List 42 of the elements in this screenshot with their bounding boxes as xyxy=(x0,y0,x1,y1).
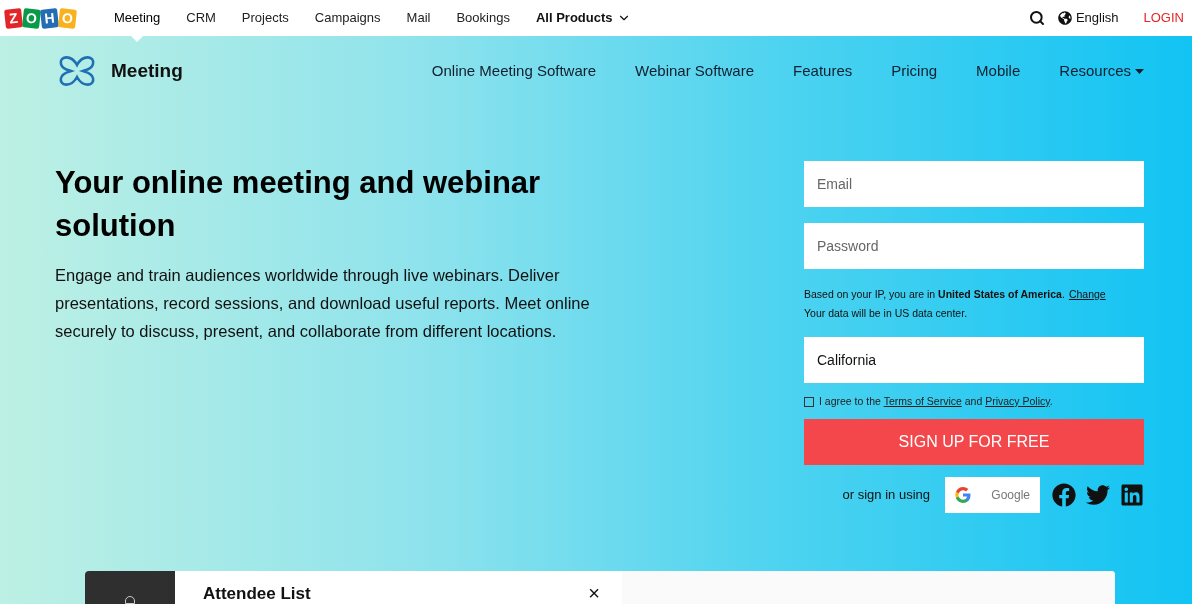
hero-title: Your online meeting and webinar solution xyxy=(55,164,542,245)
product-link[interactable]: CRM xyxy=(186,0,216,36)
twitter-icon[interactable] xyxy=(1086,482,1110,507)
signup-button[interactable]: SIGN UP FOR FREE xyxy=(804,418,1144,465)
change-link[interactable]: Change xyxy=(1068,285,1106,304)
product-link[interactable]: Bookings xyxy=(456,0,510,36)
data-center-note: Your data will be in US data center. xyxy=(804,306,969,321)
all-products-menu[interactable]: All Products xyxy=(535,8,631,28)
logo-letter[interactable]: H xyxy=(40,7,59,29)
privacy-link[interactable]: Privacy Policy xyxy=(985,395,1050,407)
hero-description: Engage and train audiences worldwide through live webinars. Deliver presentations, record sessions, and download useful reports. Meet online securely to discuss, present, and collaborate from different locations. xyxy=(55,265,591,342)
terms-link[interactable]: Terms of Service xyxy=(883,395,962,407)
ip-notice: Based on your IP, you are in United States of America. xyxy=(804,287,1065,302)
google-button[interactable]: Google xyxy=(945,476,1040,513)
nav-link[interactable]: Webinar Software xyxy=(635,59,755,83)
agree-checkbox[interactable] xyxy=(804,396,814,407)
linkedin-icon[interactable] xyxy=(1120,482,1144,507)
social-label: or sign in using xyxy=(842,486,930,504)
product-link[interactable]: Mail xyxy=(406,0,431,36)
region-field[interactable]: California xyxy=(804,337,1144,383)
nav-link[interactable]: Pricing xyxy=(891,59,938,83)
google-icon xyxy=(955,486,971,503)
product-link[interactable]: Campaigns xyxy=(314,0,381,36)
nav-link[interactable]: Resources xyxy=(1059,59,1144,83)
caret-down-icon xyxy=(1135,68,1144,74)
logo-letter[interactable]: Z xyxy=(4,7,23,29)
agreement-text: I agree to the Terms of Service and Privacy Policy. xyxy=(819,394,1053,409)
panel-title: Attendee List xyxy=(203,584,311,603)
brand-name: Meeting xyxy=(111,58,183,83)
password-field[interactable]: Password xyxy=(804,223,1144,269)
logo-letter[interactable]: O xyxy=(22,7,41,29)
facebook-icon[interactable] xyxy=(1052,482,1076,507)
globe-icon xyxy=(1057,11,1072,25)
product-link[interactable]: Projects xyxy=(241,0,289,36)
nav-link[interactable]: Online Meeting Software xyxy=(431,59,597,83)
nav-link[interactable]: Features xyxy=(793,59,853,83)
nav-link[interactable]: Mobile xyxy=(976,59,1021,83)
search-icon[interactable] xyxy=(1028,10,1045,26)
login-link[interactable]: LOGIN xyxy=(1143,8,1184,28)
language-selector[interactable]: English xyxy=(1057,8,1119,28)
close-button[interactable]: × xyxy=(588,584,600,603)
email-field[interactable]: Email xyxy=(804,161,1144,207)
